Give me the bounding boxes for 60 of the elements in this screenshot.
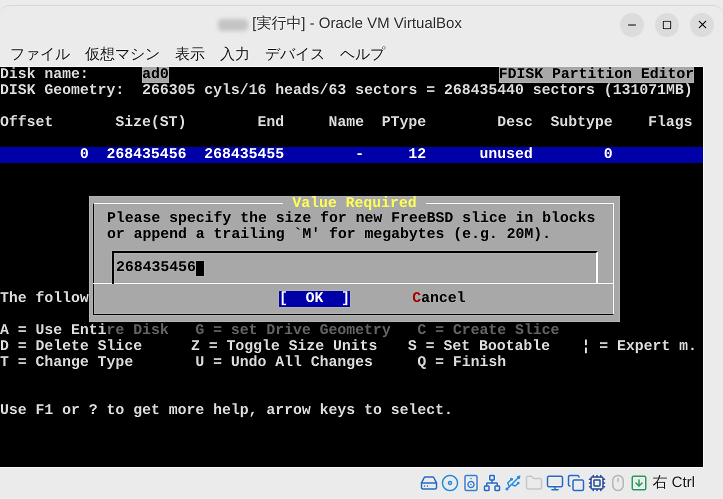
dialog-message: Please specify the size for new FreeBSD slice in blocks — [107, 211, 596, 227]
column-header: Offset — [0, 115, 54, 131]
cancel-button[interactable]: Cancel — [412, 291, 466, 307]
menu-item[interactable]: 表示 — [175, 44, 205, 66]
menu-item[interactable]: デバイス — [265, 44, 325, 66]
column-header: PType — [382, 115, 426, 131]
table-cell: 0 — [80, 147, 89, 163]
partition-row[interactable]: 0 268435456 268435455 - 12 unused 0 — [0, 147, 703, 163]
table-cell: unused — [479, 147, 533, 163]
partial-text: The follow — [0, 291, 89, 307]
editor-title: FDISK Partition Editor — [498, 67, 694, 83]
command-hint: Q = Finish — [417, 355, 506, 371]
close-button[interactable] — [690, 12, 714, 36]
dialog-message: or append a trailing `M' for megabytes (e.g. 20M). — [107, 227, 551, 243]
column-header: Size(ST) — [115, 115, 186, 131]
maximize-icon — [662, 20, 672, 30]
menu-item[interactable]: 仮想マシン — [85, 44, 160, 66]
table-cell: 12 — [408, 147, 426, 163]
command-hint: U = Undo All Changes — [195, 355, 373, 371]
command-hint: G = set Drive Geometry — [195, 323, 391, 339]
monitor-icon[interactable] — [546, 474, 564, 492]
text-cursor — [196, 261, 204, 276]
download-icon[interactable] — [630, 474, 648, 492]
disk-name-label: Disk name: — [0, 67, 90, 83]
menu-item[interactable]: 入力 — [220, 44, 250, 66]
table-cell: 0 — [604, 147, 613, 163]
blurred-text — [218, 18, 248, 30]
help-text: Use F1 or ? to get more help, arrow keys to select. — [0, 403, 453, 419]
maximize-button[interactable] — [655, 12, 679, 36]
command-hint: ¦ = Expert m. — [582, 339, 697, 355]
usb-icon[interactable] — [504, 474, 522, 492]
disk-geometry: DISK Geometry: 266305 cyls/16 heads/63 sectors = 268435440 sectors (131071MB) — [0, 83, 693, 99]
chip-icon[interactable] — [588, 474, 606, 492]
command-hint: D = Delete Slice — [0, 339, 142, 355]
size-input-field[interactable]: 268435456 — [112, 251, 598, 284]
network-icon[interactable] — [482, 474, 500, 492]
dialog-title: Value Required — [283, 196, 426, 212]
command-hint: A = Use Entire Disk — [0, 323, 169, 339]
column-header: Name — [328, 115, 364, 131]
command-hint: S = Set Bootable — [408, 339, 550, 355]
ok-button[interactable]: [ OK ] — [279, 291, 350, 307]
table-cell: 268435455 — [204, 147, 284, 163]
windows-icon[interactable] — [566, 474, 584, 492]
table-cell: - — [355, 147, 364, 163]
disc-icon[interactable] — [440, 474, 458, 492]
disk-name: ad0 — [142, 67, 169, 83]
close-icon — [696, 18, 708, 31]
table-cell: 268435456 — [106, 147, 186, 163]
menu-item[interactable]: ファイル — [10, 44, 70, 66]
speaker-icon[interactable] — [462, 474, 480, 492]
column-header: End — [257, 115, 284, 131]
host-key-label: 右 Ctrl — [652, 472, 695, 493]
command-hint: Z = Toggle Size Units — [190, 339, 378, 355]
menu-item[interactable]: ヘルプ — [340, 44, 385, 66]
command-hint: C = Create Slice — [417, 323, 560, 339]
column-header: Desc — [497, 115, 533, 131]
column-header: Subtype — [550, 115, 613, 131]
column-header: Flags — [648, 115, 693, 131]
command-hint: T = Change Type — [0, 355, 134, 371]
window-title: [実行中] - Oracle VM VirtualBox — [252, 14, 462, 34]
